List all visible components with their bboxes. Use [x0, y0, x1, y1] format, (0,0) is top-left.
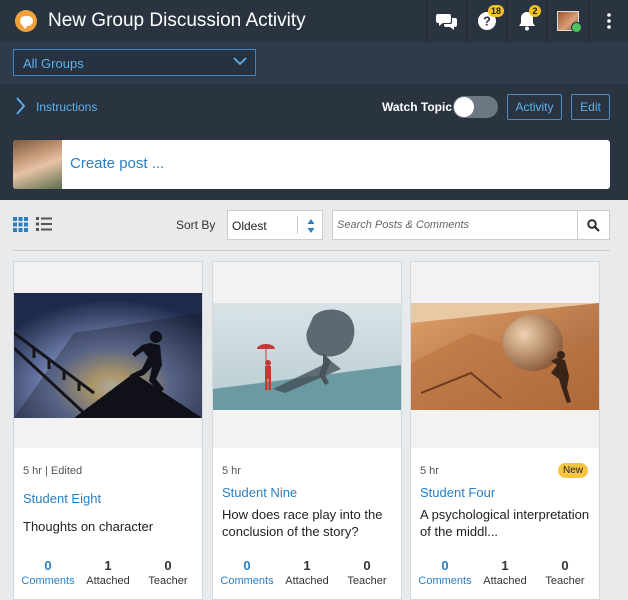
create-post-box[interactable]: Create post ...: [13, 140, 610, 189]
attached-label: Attached: [86, 575, 130, 587]
divider: [13, 250, 610, 251]
post-card[interactable]: 5 hr New Student Four A psychological in…: [410, 261, 600, 600]
svg-text:?: ?: [483, 14, 491, 29]
chevron-down-icon: [233, 57, 247, 66]
teacher-stat: 0 Teacher: [138, 558, 198, 587]
attached-count: 1: [303, 558, 311, 573]
search-placeholder: Search Posts & Comments: [337, 219, 470, 231]
post-title[interactable]: How does race play into the conclusion o…: [222, 506, 394, 540]
sort-select-value: Oldest: [232, 219, 267, 233]
teacher-count: 0: [561, 558, 569, 573]
attached-label: Attached: [285, 575, 329, 587]
user-avatar: [13, 140, 62, 189]
top-header: New Group Discussion Activity ? 18 2: [0, 0, 628, 42]
post-title[interactable]: Thoughts on character: [23, 518, 195, 535]
help-badge: 18: [488, 5, 505, 17]
watch-topic-toggle[interactable]: [453, 96, 498, 118]
teacher-stat: 0 Teacher: [535, 558, 595, 587]
comments-stat[interactable]: 0 Comments: [415, 558, 475, 587]
attached-count: 1: [104, 558, 112, 573]
post-stats: 0 Comments 1 Attached 0 Teacher: [14, 558, 202, 587]
sort-select[interactable]: Oldest: [227, 210, 323, 240]
chevron-right-icon[interactable]: [15, 97, 25, 115]
comments-stat[interactable]: 0 Comments: [18, 558, 78, 587]
composer-area: Create post ...: [0, 132, 628, 200]
instructions-bar: Instructions Watch Topic Activity Edit: [0, 84, 628, 132]
search-icon: [587, 218, 600, 232]
more-menu-button[interactable]: [588, 0, 628, 42]
posts-toolbar: Sort By Oldest Search Posts & Comments: [0, 200, 628, 250]
watch-topic-label: Watch Topic: [382, 100, 452, 114]
attached-count: 1: [501, 558, 509, 573]
new-badge: New: [557, 463, 588, 478]
teacher-label: Teacher: [148, 575, 188, 587]
page-title: New Group Discussion Activity: [48, 10, 306, 31]
post-image-sisyphus: [411, 303, 599, 410]
teacher-count: 0: [164, 558, 172, 573]
group-bar: All Groups: [0, 42, 628, 84]
create-post-placeholder: Create post ...: [70, 155, 165, 172]
post-stats: 0 Comments 1 Attached 0 Teacher: [411, 558, 599, 587]
post-author[interactable]: Student Four: [420, 485, 495, 500]
post-meta: 5 hr: [222, 465, 241, 477]
post-author[interactable]: Student Eight: [23, 491, 101, 506]
help-button[interactable]: ? 18: [466, 0, 506, 42]
post-image-area: [411, 262, 599, 448]
group-select-value: All Groups: [23, 56, 84, 71]
comments-stat[interactable]: 0 Comments: [217, 558, 277, 587]
post-image-area: [213, 262, 401, 448]
post-stats: 0 Comments 1 Attached 0 Teacher: [213, 558, 401, 587]
edit-button[interactable]: Edit: [571, 94, 610, 120]
kebab-menu-icon: [606, 13, 611, 29]
instructions-toggle[interactable]: Instructions: [36, 100, 97, 114]
user-menu-button[interactable]: [546, 0, 588, 42]
teacher-label: Teacher: [347, 575, 387, 587]
attached-stat: 1 Attached: [475, 558, 535, 587]
grid-view-icon[interactable]: [13, 217, 28, 232]
sort-arrows-icon: [307, 219, 315, 233]
comments-label: Comments: [21, 575, 75, 587]
comments-label: Comments: [418, 575, 472, 587]
comments-label: Comments: [220, 575, 274, 587]
post-card[interactable]: 5 hr | Edited Student Eight Thoughts on …: [13, 261, 203, 600]
attached-stat: 1 Attached: [78, 558, 138, 587]
avatar: [556, 11, 582, 33]
teacher-count: 0: [363, 558, 371, 573]
comments-count: 0: [243, 558, 251, 573]
chat-icon: [435, 14, 457, 30]
notifications-badge: 2: [529, 5, 541, 17]
post-image-boulder-shadow: [213, 303, 401, 410]
post-title[interactable]: A psychological interpretation of the mi…: [420, 506, 592, 540]
post-meta: 5 hr: [420, 465, 439, 477]
group-select[interactable]: All Groups: [13, 49, 256, 76]
notifications-button[interactable]: 2: [506, 0, 546, 42]
app-logo-icon: [15, 10, 37, 32]
post-card[interactable]: 5 hr Student Nine How does race play int…: [212, 261, 402, 600]
activity-button[interactable]: Activity: [507, 94, 562, 120]
search-field[interactable]: Search Posts & Comments: [332, 210, 610, 240]
teacher-label: Teacher: [545, 575, 585, 587]
search-button[interactable]: [577, 211, 609, 239]
sort-by-label: Sort By: [176, 218, 216, 232]
chat-button[interactable]: [426, 0, 466, 42]
attached-label: Attached: [483, 575, 527, 587]
attached-stat: 1 Attached: [277, 558, 337, 587]
post-image-climber: [14, 293, 202, 418]
list-view-icon[interactable]: [36, 217, 52, 231]
comments-count: 0: [441, 558, 449, 573]
post-author[interactable]: Student Nine: [222, 485, 297, 500]
comments-count: 0: [44, 558, 52, 573]
post-image-area: [14, 262, 202, 448]
teacher-stat: 0 Teacher: [337, 558, 397, 587]
post-meta: 5 hr | Edited: [23, 465, 83, 477]
